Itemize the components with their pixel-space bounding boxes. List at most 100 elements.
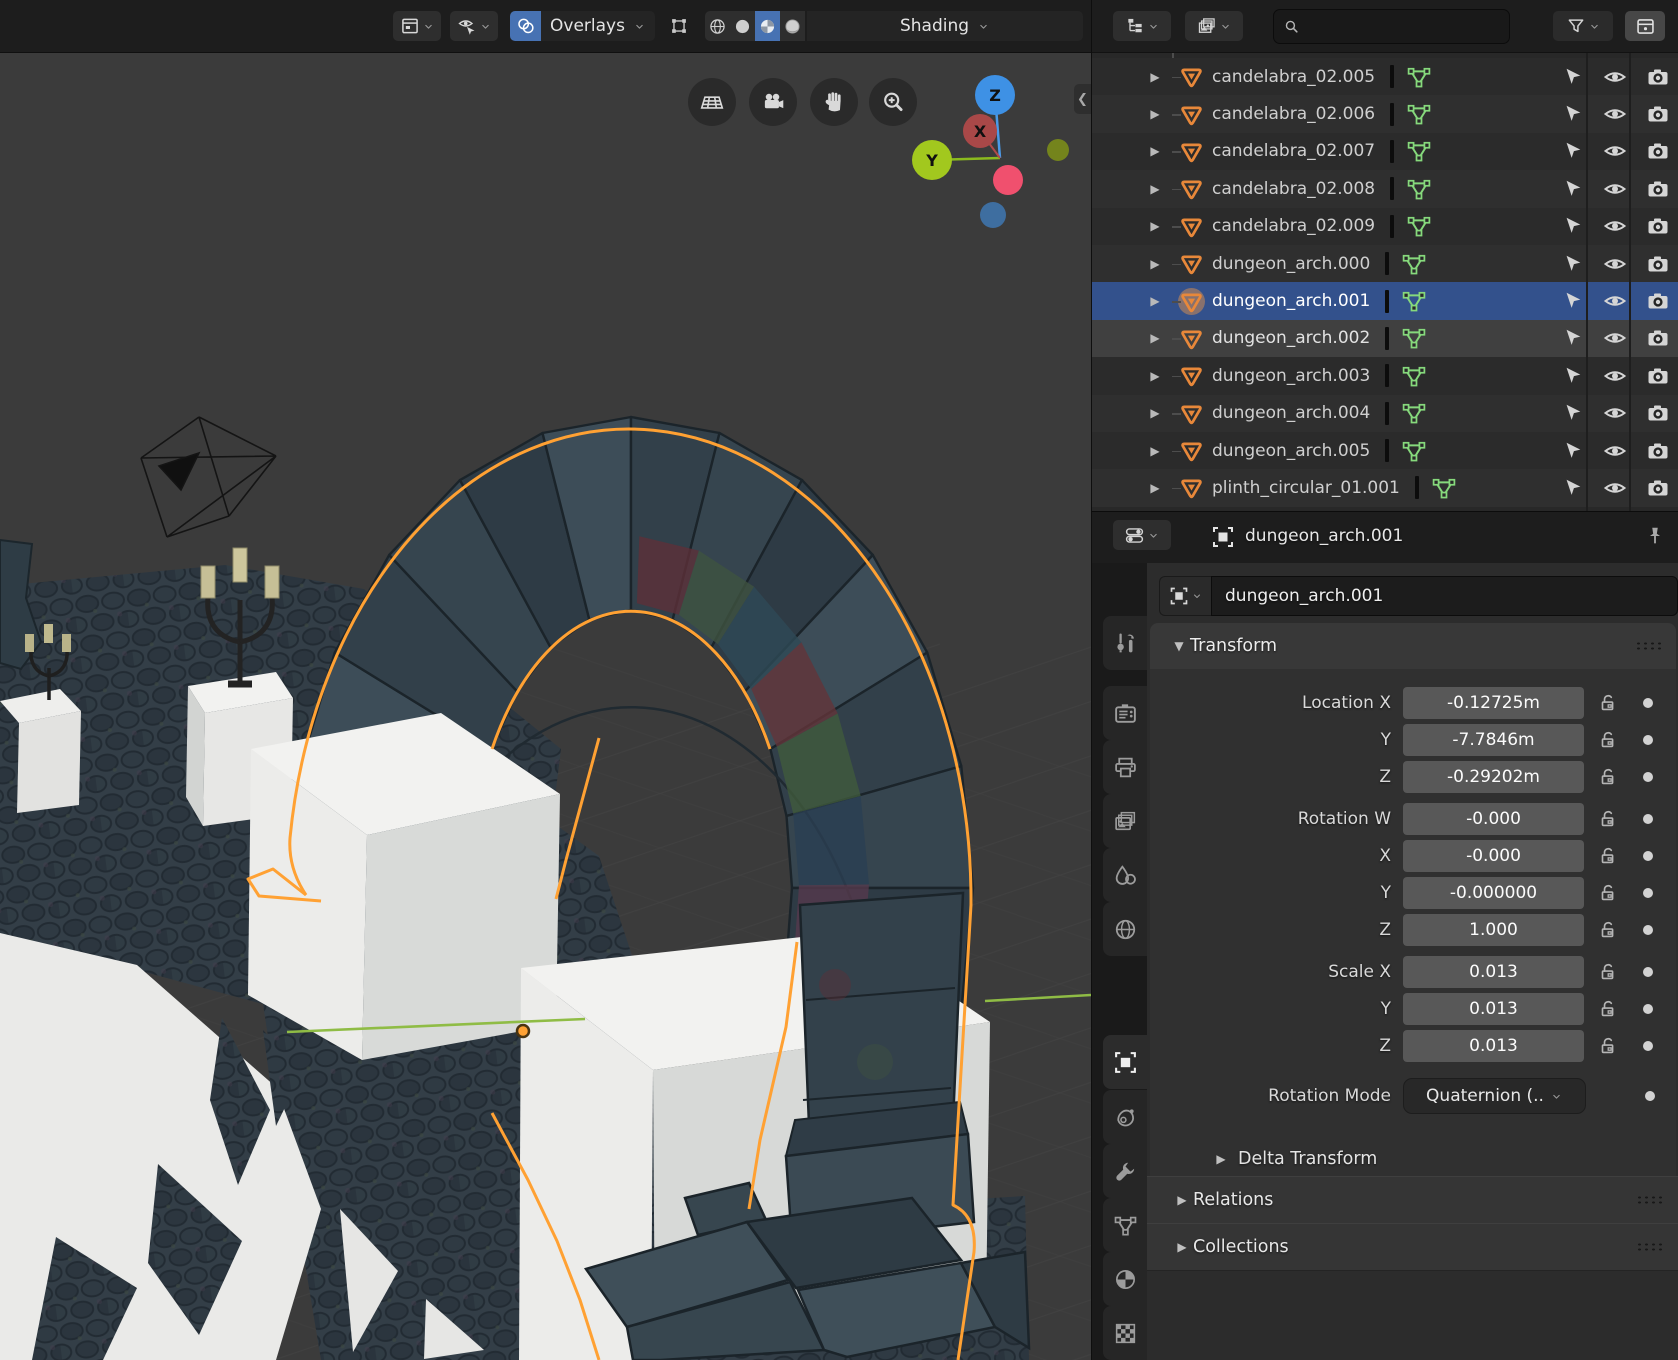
tab-tool[interactable]: [1103, 616, 1147, 670]
search-input[interactable]: [1306, 17, 1480, 37]
lock-open-icon[interactable]: [1597, 998, 1619, 1020]
outliner-row[interactable]: ▶ candelabra_02.007: [1092, 133, 1678, 170]
disable-in-render-icon[interactable]: [1637, 439, 1678, 463]
selectable-icon[interactable]: [1552, 215, 1594, 237]
relations-panel-header[interactable]: ▶ Relations: [1147, 1176, 1678, 1224]
selectable-icon[interactable]: [1552, 66, 1594, 88]
outliner-search[interactable]: [1273, 9, 1510, 44]
selectable-icon[interactable]: [1552, 290, 1594, 312]
animate-dot[interactable]: [1643, 967, 1653, 977]
delta-transform-header[interactable]: ▶ Delta Transform: [1210, 1139, 1377, 1179]
value-field[interactable]: -0.29202m: [1403, 761, 1584, 793]
expand-arrow-icon[interactable]: ▶: [1147, 182, 1163, 196]
outliner-options-button[interactable]: [1625, 11, 1665, 41]
value-field[interactable]: 0.013: [1403, 1030, 1584, 1062]
selectable-icon[interactable]: [1552, 477, 1594, 499]
tab-texture[interactable]: [1103, 1306, 1147, 1360]
expand-arrow-icon[interactable]: ▶: [1147, 481, 1163, 495]
tab-scene[interactable]: [1103, 848, 1147, 902]
expand-arrow-icon[interactable]: ▶: [1147, 406, 1163, 420]
disable-in-render-icon[interactable]: [1637, 177, 1678, 201]
panel-grip[interactable]: [1636, 1195, 1663, 1205]
axis-minus-x-ball[interactable]: [993, 165, 1023, 195]
axis-z-ball[interactable]: Z: [975, 75, 1015, 115]
value-field[interactable]: 0.013: [1403, 956, 1584, 988]
tab-render[interactable]: [1103, 686, 1147, 740]
object-name-field[interactable]: dungeon_arch.001: [1211, 576, 1678, 616]
disable-in-render-icon[interactable]: [1637, 102, 1678, 126]
object-id-button[interactable]: [1159, 576, 1212, 616]
toggle-perspective-button[interactable]: [688, 78, 736, 126]
selectable-icon[interactable]: [1552, 103, 1594, 125]
3d-viewport[interactable]: Overlays Shading: [0, 0, 1091, 1360]
tab-material[interactable]: [1103, 1252, 1147, 1306]
expand-arrow-icon[interactable]: ▶: [1147, 219, 1163, 233]
animate-dot[interactable]: [1643, 772, 1653, 782]
lock-open-icon[interactable]: [1597, 961, 1619, 983]
value-field[interactable]: -0.000: [1403, 840, 1584, 872]
camera-view-button[interactable]: [749, 78, 797, 126]
axis-x-ball[interactable]: X: [963, 114, 997, 148]
panel-grip[interactable]: [1635, 641, 1662, 651]
outliner-row[interactable]: ▶ plinth_circular_01.001: [1092, 469, 1678, 506]
overlays-dropdown[interactable]: Overlays: [541, 11, 655, 41]
object-origin-dot[interactable]: [517, 1025, 529, 1037]
expand-arrow-icon[interactable]: ▶: [1147, 144, 1163, 158]
selectable-icon[interactable]: [1552, 440, 1594, 462]
outliner-row[interactable]: ▶ dungeon_arch.003: [1092, 357, 1678, 394]
expand-arrow-icon[interactable]: ▶: [1147, 369, 1163, 383]
tab-object[interactable]: [1103, 1035, 1147, 1089]
axis-minus-z-ball[interactable]: [980, 202, 1006, 228]
animate-dot[interactable]: [1643, 851, 1653, 861]
disable-in-render-icon[interactable]: [1637, 65, 1678, 89]
outliner-row[interactable]: ▶ dungeon_arch.002: [1092, 320, 1678, 357]
shading-rendered-button[interactable]: [780, 11, 805, 41]
value-field[interactable]: -0.000000: [1403, 877, 1584, 909]
value-field[interactable]: -0.12725m: [1403, 687, 1584, 719]
animate-dot[interactable]: [1643, 1041, 1653, 1051]
animate-dot[interactable]: [1643, 925, 1653, 935]
outliner-row[interactable]: ▶ dungeon_arch.004: [1092, 395, 1678, 432]
expand-arrow-icon[interactable]: ▶: [1147, 107, 1163, 121]
outliner-row[interactable]: ▶ dungeon_arch.001: [1092, 282, 1678, 319]
animate-dot[interactable]: [1643, 888, 1653, 898]
transform-panel-header[interactable]: ▼ Transform: [1150, 623, 1676, 669]
disable-in-render-icon[interactable]: [1637, 401, 1678, 425]
pan-view-button[interactable]: [810, 78, 858, 126]
animate-dot[interactable]: [1643, 814, 1653, 824]
collections-panel-header[interactable]: ▶ Collections: [1147, 1223, 1678, 1271]
panel-grip[interactable]: [1636, 1242, 1663, 1252]
shading-solid-button[interactable]: [730, 11, 755, 41]
animate-dot[interactable]: [1643, 735, 1653, 745]
tab-physics[interactable]: [1103, 1090, 1147, 1144]
filter-button[interactable]: [1553, 11, 1613, 41]
show-gizmo-button[interactable]: [450, 11, 498, 41]
expand-arrow-icon[interactable]: ▶: [1147, 444, 1163, 458]
selectable-icon[interactable]: [1552, 140, 1594, 162]
animate-dot[interactable]: [1645, 1091, 1655, 1101]
lock-open-icon[interactable]: [1597, 845, 1619, 867]
expand-arrow-icon[interactable]: ▶: [1147, 294, 1163, 308]
expand-arrow-icon[interactable]: ▶: [1147, 257, 1163, 271]
disable-in-render-icon[interactable]: [1637, 289, 1678, 313]
outliner-row[interactable]: ▶ candelabra_02.005: [1092, 58, 1678, 95]
outliner-row[interactable]: ▶ candelabra_02.008: [1092, 170, 1678, 207]
lock-open-icon[interactable]: [1597, 729, 1619, 751]
rotation-mode-dropdown[interactable]: Quaternion (..: [1403, 1078, 1586, 1114]
lock-open-icon[interactable]: [1597, 919, 1619, 941]
tab-modifiers[interactable]: [1103, 1144, 1147, 1198]
outliner-row[interactable]: ▶ dungeon_arch.005: [1092, 432, 1678, 469]
shading-material-button[interactable]: [755, 11, 780, 41]
axis-y-ball[interactable]: Y: [912, 140, 952, 180]
lock-open-icon[interactable]: [1597, 766, 1619, 788]
shading-dropdown[interactable]: Shading: [807, 11, 1083, 41]
outliner-row[interactable]: ▶ candelabra_02.009: [1092, 208, 1678, 245]
value-field[interactable]: 1.000: [1403, 914, 1584, 946]
disable-in-render-icon[interactable]: [1637, 139, 1678, 163]
lock-open-icon[interactable]: [1597, 882, 1619, 904]
selectable-icon[interactable]: [1552, 253, 1594, 275]
editor-type-button[interactable]: [393, 11, 441, 41]
lock-open-icon[interactable]: [1597, 1035, 1619, 1057]
shading-wireframe-button[interactable]: [705, 11, 730, 41]
disable-in-render-icon[interactable]: [1637, 326, 1678, 350]
